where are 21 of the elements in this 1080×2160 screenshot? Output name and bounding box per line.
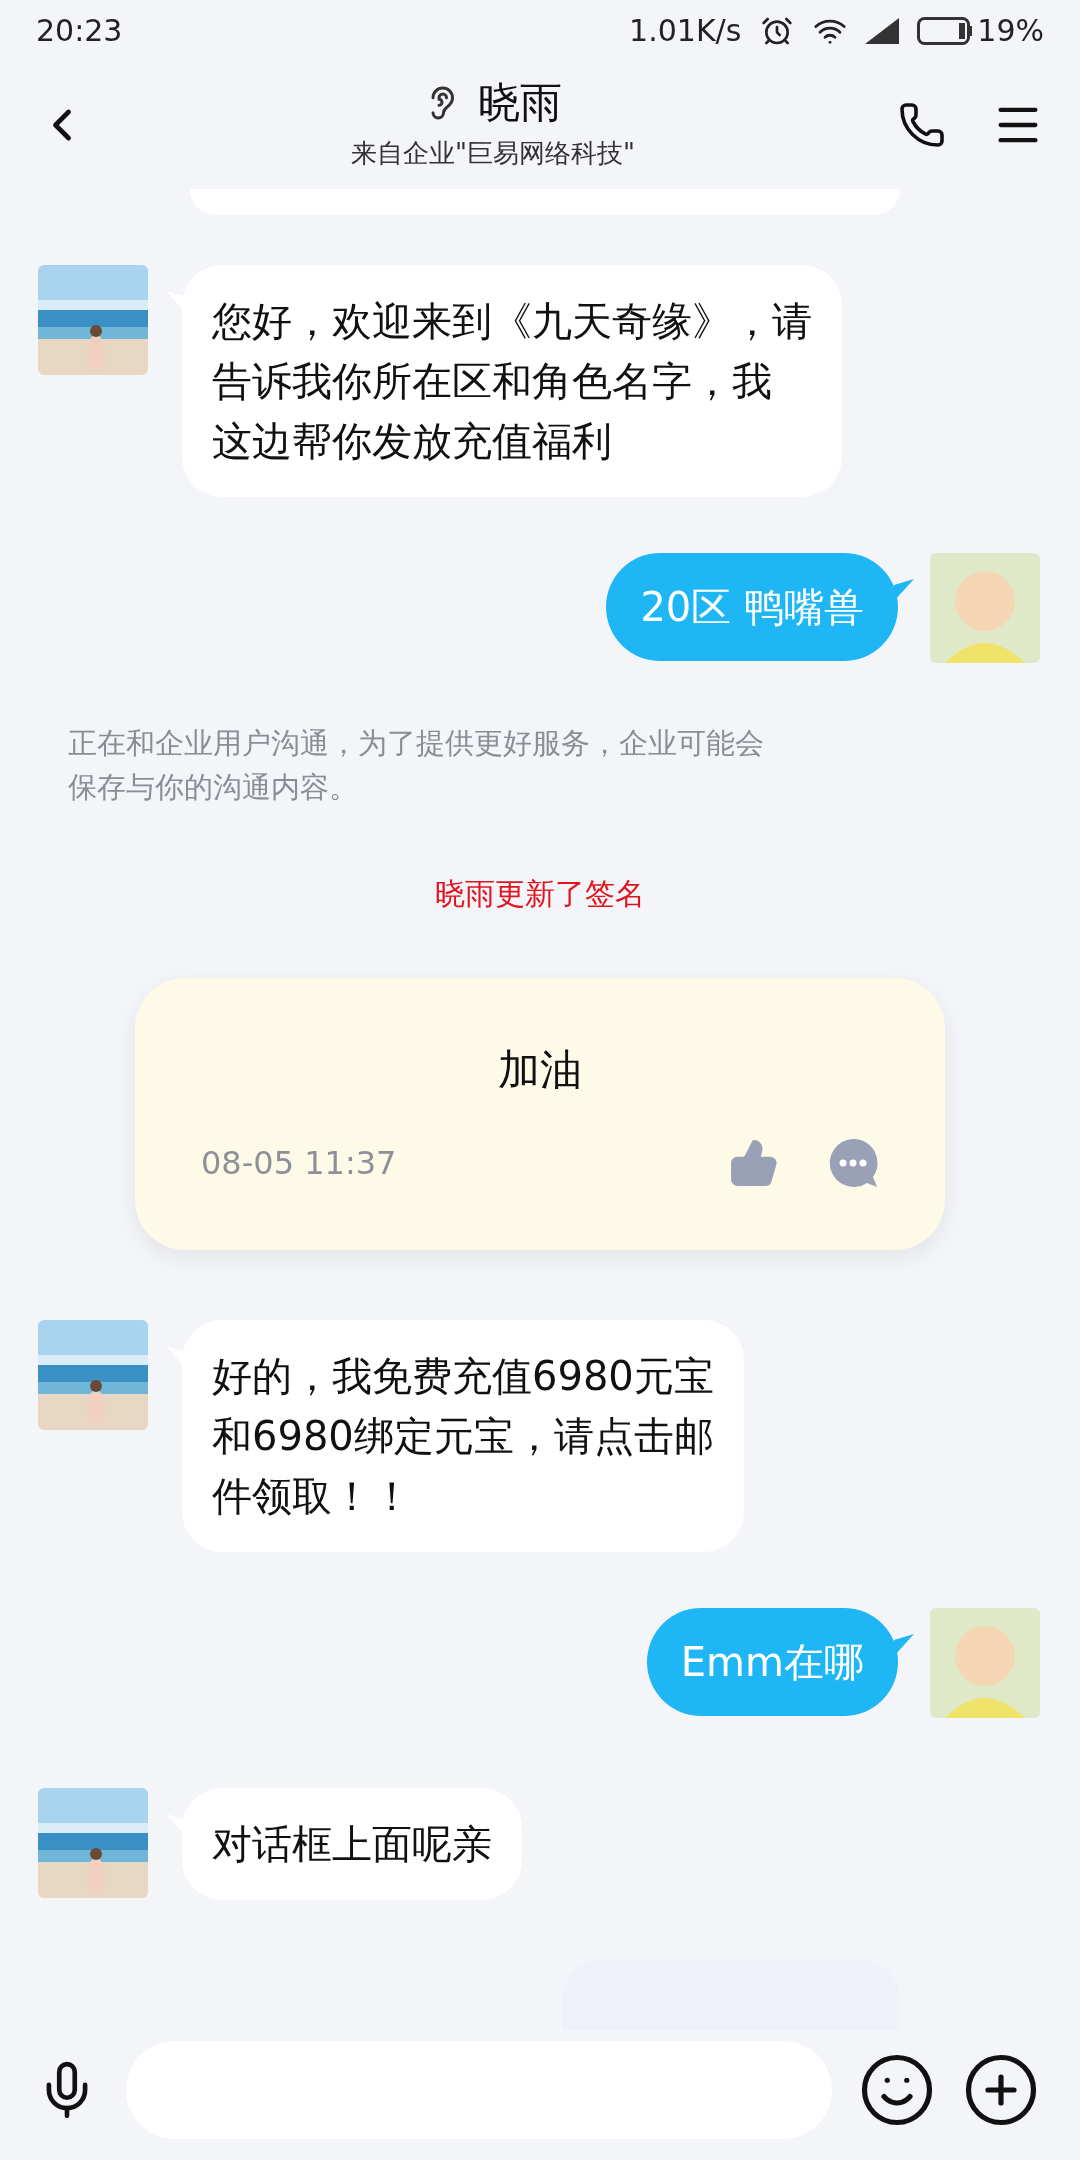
timestamp: 08-05 11:37 (201, 1143, 398, 1184)
message-bubble: Emm在哪 (646, 1608, 898, 1716)
message-bubble: 对话框上面呢亲 (182, 1788, 522, 1900)
notice-text: 保存与你的沟通内容。 (68, 769, 358, 806)
contact-subtitle: 来自企业"巨易网络科技" (351, 137, 635, 170)
battery-percent: 19% (977, 12, 1044, 50)
signature-text: 加油 (498, 1044, 582, 1096)
bubble-tail (894, 1634, 914, 1656)
network-speed: 1.01K/s (629, 12, 742, 50)
signal-icon (865, 17, 900, 44)
status-time: 20:23 (36, 12, 124, 50)
bubble-tail (894, 579, 914, 601)
phone-icon[interactable] (898, 101, 946, 149)
message-bubble: 好的，我免费充值6980元宝 和6980绑定元宝，请点击邮 件领取！！ (182, 1320, 744, 1552)
notice-text: 正在和企业用户沟通，为了提供更好服务，企业可能会 (68, 725, 764, 762)
battery-icon (917, 16, 974, 45)
system-message: 晓雨更新了签名 (435, 875, 645, 913)
message-bubble: 20区 鸭嘴兽 (606, 553, 898, 661)
comment-icon[interactable] (827, 1137, 879, 1189)
message-bubble: 您好，欢迎来到《九天奇缘》，请 告诉我你所在区和角色名字，我 这边帮你发放充值福利 (182, 265, 842, 497)
contact-name: 晓雨 (478, 77, 562, 129)
